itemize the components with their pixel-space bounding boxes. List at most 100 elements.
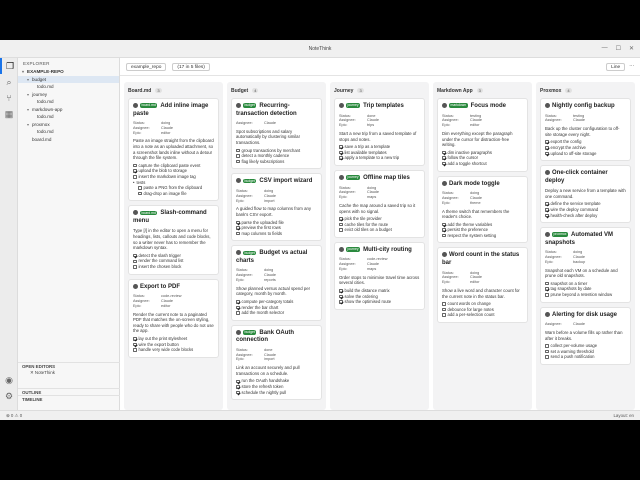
close-icon[interactable]: ✕ (629, 45, 634, 52)
task-card[interactable]: One-click container deploy Deploy a new s… (540, 165, 631, 224)
view-select[interactable]: Line (606, 62, 626, 71)
checkbox[interactable] (545, 355, 549, 359)
checkbox[interactable] (442, 302, 446, 306)
task-card[interactable]: journey Offline map tiles Status: doing Assi… (334, 169, 425, 238)
checkbox[interactable] (133, 175, 137, 179)
task-card[interactable]: journey Trip templates Status: done Assignee… (334, 98, 425, 166)
tree-folder[interactable]: ▾ proxmox (18, 121, 119, 129)
checkbox[interactable] (133, 163, 137, 168)
gear-icon[interactable]: ⚙ (0, 388, 18, 404)
checklist-item[interactable]: show the optimised route (339, 299, 420, 305)
timeline-header[interactable]: TIMELINE (18, 395, 120, 402)
checkbox[interactable] (442, 156, 446, 160)
checkbox[interactable] (545, 344, 549, 348)
checkbox[interactable] (236, 154, 240, 158)
checkbox[interactable] (236, 390, 240, 395)
checkbox[interactable] (545, 146, 549, 150)
task-card[interactable]: budget Recurring-transaction detection Ass… (231, 98, 322, 170)
checkbox[interactable] (339, 289, 343, 293)
checkbox[interactable] (339, 217, 343, 221)
task-card[interactable]: journey Multi-city routing Status: code-rev… (334, 241, 425, 310)
minimize-icon[interactable]: — (602, 45, 608, 52)
checkbox[interactable] (236, 226, 240, 230)
checkbox[interactable] (133, 253, 137, 258)
extensions-icon[interactable]: ▦ (0, 106, 18, 122)
checkbox[interactable] (442, 233, 446, 238)
problems-status[interactable]: ⊗ 0 ⚠ 0 (6, 413, 22, 419)
checklist-item[interactable]: apply a template to a new trip (339, 155, 420, 161)
search-icon[interactable]: ⌕ (0, 74, 18, 90)
checkbox[interactable] (236, 305, 240, 310)
checkbox[interactable] (236, 159, 240, 164)
tree-file[interactable]: todo.md (18, 128, 119, 136)
task-card[interactable]: budget Budget vs actual charts Status: doin… (231, 245, 322, 321)
task-card[interactable]: Export to PDF Status: code-review Assignee:… (128, 278, 219, 358)
checkbox[interactable] (545, 213, 549, 218)
checkbox[interactable] (133, 265, 137, 269)
checklist-item[interactable]: schedule the nightly pull (236, 390, 317, 396)
checklist-item[interactable]: evict old tiles on a budget (339, 227, 420, 233)
checkbox[interactable] (339, 150, 343, 155)
checkbox[interactable] (133, 337, 137, 341)
checkbox[interactable] (339, 294, 343, 299)
checkbox[interactable] (339, 300, 343, 304)
task-card[interactable]: board.md Slash-command menu Type [/] in th… (128, 205, 219, 275)
task-card[interactable]: board.md Add inline image paste Status: doi… (128, 98, 219, 202)
task-card[interactable]: Word count in the status bar Status: doing… (437, 247, 528, 323)
checkbox[interactable] (442, 150, 446, 155)
checkbox[interactable] (545, 202, 549, 206)
filter-select[interactable]: (17 in 5 files) (172, 62, 210, 71)
checklist-item[interactable]: flag likely subscriptions (236, 159, 317, 165)
checkbox[interactable] (545, 287, 549, 291)
tree-file[interactable]: todo.md (18, 98, 119, 106)
task-card[interactable]: proxmox Automated VM snapshots Status: doin… (540, 227, 631, 303)
task-card[interactable]: Nightly config backup Status: testing Assig… (540, 98, 631, 162)
checkbox[interactable] (236, 385, 240, 389)
checklist-item[interactable]: upload to off-site storage (545, 151, 626, 157)
layout-status[interactable]: Layout: en (613, 413, 634, 418)
repo-root[interactable]: ▾ EXAMPLE-REPO (18, 68, 119, 76)
checkbox[interactable] (236, 231, 240, 236)
checklist-item[interactable]: add a toggle shortcut (442, 161, 523, 167)
repo-select[interactable]: example_repo (126, 62, 167, 71)
checkbox[interactable] (339, 228, 343, 232)
checkbox[interactable] (545, 349, 549, 354)
task-card[interactable]: budget CSV import wizard Status: doing Assig… (231, 173, 322, 242)
checkbox[interactable] (236, 220, 240, 225)
checkbox[interactable] (545, 140, 549, 144)
checkbox[interactable] (138, 186, 142, 190)
tree-folder[interactable]: ▾ budget (18, 75, 119, 83)
task-card[interactable]: Alerting for disk usage Assignee: Claude Wa… (540, 306, 631, 365)
checkbox[interactable] (133, 169, 137, 173)
checkbox[interactable] (442, 161, 446, 166)
source-control-icon[interactable]: ⑂ (0, 90, 18, 106)
checkbox[interactable] (545, 281, 549, 286)
maximize-icon[interactable]: ☐ (616, 45, 621, 52)
checkbox[interactable] (545, 151, 549, 156)
checklist-item[interactable]: prune beyond a retention window (545, 292, 626, 298)
checkbox[interactable] (236, 311, 240, 315)
task-card[interactable]: Dark mode toggle Status: doing Assignee: Cla… (437, 175, 528, 244)
more-icon[interactable]: ⋯ (629, 64, 634, 69)
tree-folder[interactable]: ▾ journey (18, 91, 119, 99)
checkbox[interactable] (133, 259, 137, 263)
checkbox[interactable] (138, 191, 142, 196)
checkbox[interactable] (339, 156, 343, 160)
tree-file[interactable]: board.md (18, 136, 119, 144)
checklist-item[interactable]: handle very wide code blocks (133, 347, 214, 353)
checklist-item[interactable]: add a per-selection count (442, 312, 523, 318)
checklist-item[interactable]: insert the chosen block (133, 264, 214, 270)
outline-header[interactable]: OUTLINE (18, 388, 120, 395)
checkbox[interactable] (339, 222, 343, 227)
checklist-item[interactable]: send a push notification (545, 354, 626, 360)
files-icon[interactable]: ❐ (0, 58, 18, 74)
task-card[interactable]: budget Bank OAuth connection Status: done As… (231, 324, 322, 401)
checklist-item[interactable]: drag-drop an image file (133, 191, 214, 197)
open-editor-item[interactable]: ✕ NoteThink (18, 369, 120, 376)
checkbox[interactable] (442, 222, 446, 227)
open-editors-header[interactable]: OPEN EDITORS (18, 362, 120, 369)
checkbox[interactable] (236, 148, 240, 153)
checklist-item[interactable]: add the month selector (236, 310, 317, 316)
checkbox[interactable] (442, 307, 446, 312)
checkbox[interactable] (442, 313, 446, 317)
